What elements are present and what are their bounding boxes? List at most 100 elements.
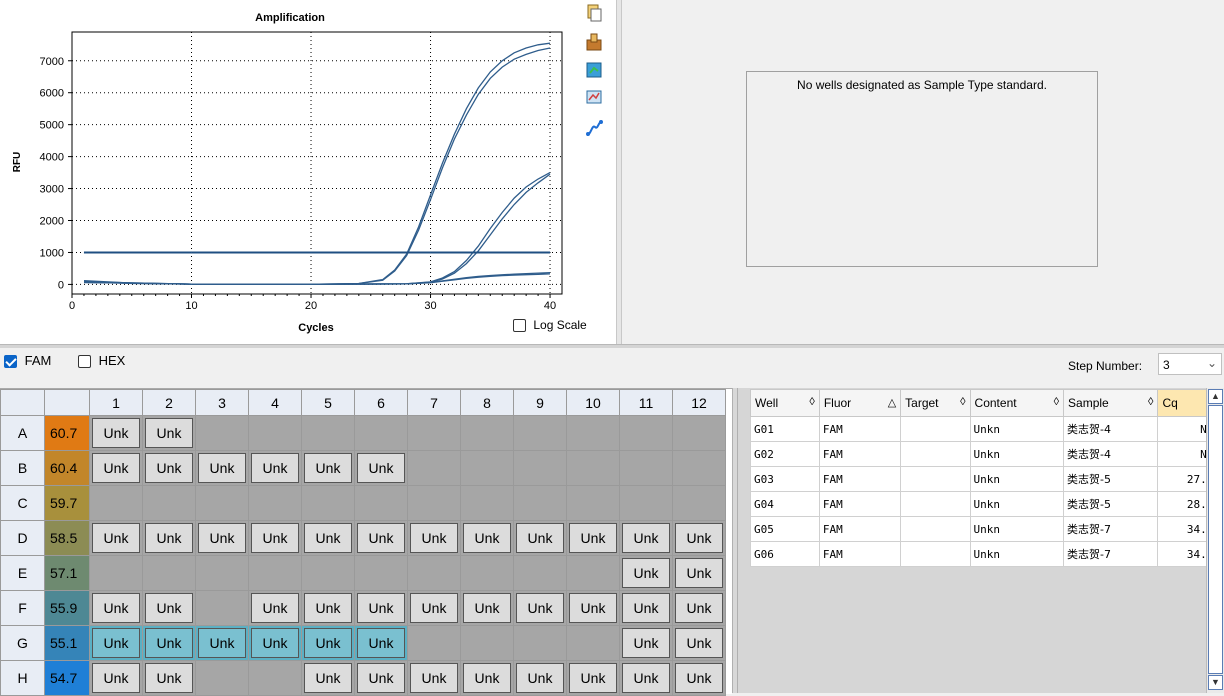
vertical-scrollbar[interactable]: ▲ ▼ <box>1206 388 1224 693</box>
row-header[interactable]: C <box>0 485 45 521</box>
sort-icon[interactable]: ◊ <box>960 396 965 408</box>
plate-well[interactable] <box>566 415 620 451</box>
plate-well[interactable] <box>672 450 726 486</box>
table-row[interactable]: G02FAMUnkn类志贺-4N/A <box>750 441 1224 467</box>
plate-well[interactable]: Unk <box>513 660 567 696</box>
column-header[interactable]: 7 <box>407 389 461 416</box>
plate-well[interactable] <box>407 485 461 521</box>
plate-well[interactable]: Unk <box>672 590 726 626</box>
plate-well[interactable]: Unk <box>460 660 514 696</box>
plate-well[interactable]: Unk <box>142 625 196 661</box>
row-header[interactable]: D <box>0 520 45 556</box>
plate-well[interactable]: Unk <box>619 520 673 556</box>
plate-well[interactable]: Unk <box>248 450 302 486</box>
plate-well[interactable] <box>566 450 620 486</box>
plate-well[interactable]: Unk <box>89 415 143 451</box>
plate-well[interactable]: Unk <box>142 660 196 696</box>
plate-well[interactable]: Unk <box>672 520 726 556</box>
scroll-up-icon[interactable]: ▲ <box>1208 389 1223 404</box>
plate-well[interactable] <box>301 555 355 591</box>
column-header-content[interactable]: Content ◊ <box>969 389 1065 417</box>
plate-well[interactable] <box>513 625 567 661</box>
plate-well[interactable]: Unk <box>195 520 249 556</box>
plate-well[interactable]: Unk <box>89 660 143 696</box>
plate-well[interactable] <box>142 485 196 521</box>
column-header[interactable]: 4 <box>248 389 302 416</box>
column-header[interactable]: 12 <box>672 389 726 416</box>
plate-well[interactable] <box>354 555 408 591</box>
plate-well[interactable] <box>513 415 567 451</box>
row-header[interactable]: F <box>0 590 45 626</box>
plate-well[interactable]: Unk <box>248 625 302 661</box>
scroll-thumb[interactable] <box>1208 405 1223 674</box>
plate-well[interactable]: Unk <box>513 590 567 626</box>
plate-well[interactable] <box>460 415 514 451</box>
plate-well[interactable]: Unk <box>407 590 461 626</box>
plate-well[interactable]: Unk <box>407 660 461 696</box>
plate-well[interactable]: Unk <box>354 450 408 486</box>
plate-well[interactable]: Unk <box>460 520 514 556</box>
column-header[interactable]: 2 <box>142 389 196 416</box>
sort-icon[interactable]: ◊ <box>809 396 814 408</box>
plate-well[interactable] <box>672 415 726 451</box>
plate-well[interactable] <box>248 485 302 521</box>
plate-well[interactable]: Unk <box>619 555 673 591</box>
plate-well[interactable]: Unk <box>89 520 143 556</box>
plate-well[interactable]: Unk <box>301 625 355 661</box>
log-scale-toggle[interactable]: Log Scale <box>513 318 587 333</box>
plate-well[interactable] <box>301 415 355 451</box>
plate-well[interactable]: Unk <box>619 660 673 696</box>
column-header-sample[interactable]: Sample ◊ <box>1063 389 1159 417</box>
table-row[interactable]: G05 FAM Unkn 类志贺-7 34.43 <box>750 516 1224 542</box>
plate-well[interactable] <box>195 590 249 626</box>
plate-well[interactable] <box>407 625 461 661</box>
plate-well[interactable]: Unk <box>301 450 355 486</box>
column-header[interactable]: 1 <box>89 389 143 416</box>
plate-well[interactable]: Unk <box>195 450 249 486</box>
plate-well[interactable]: Unk <box>619 590 673 626</box>
fam-checkbox[interactable] <box>4 355 17 369</box>
fluor-hex-toggle[interactable]: HEX <box>78 353 125 369</box>
plate-well[interactable] <box>460 625 514 661</box>
column-header-well[interactable]: Well ◊ <box>750 389 820 417</box>
plate-well[interactable] <box>407 450 461 486</box>
plate-well[interactable] <box>301 485 355 521</box>
plate-well[interactable]: Unk <box>354 590 408 626</box>
column-header[interactable]: 3 <box>195 389 249 416</box>
plate-well[interactable]: Unk <box>142 415 196 451</box>
plate-well[interactable]: Unk <box>619 625 673 661</box>
table-row[interactable]: G01FAMUnkn类志贺-4N/A <box>750 416 1224 442</box>
plate-well[interactable]: Unk <box>672 660 726 696</box>
plate-well[interactable] <box>672 485 726 521</box>
sort-icon[interactable]: △ <box>888 396 896 409</box>
plate-well[interactable]: Unk <box>301 520 355 556</box>
plate-well[interactable] <box>407 415 461 451</box>
plate-well[interactable] <box>619 450 673 486</box>
sort-icon[interactable]: ◊ <box>1054 396 1059 408</box>
plate-well[interactable]: Unk <box>566 520 620 556</box>
plate-well[interactable] <box>513 555 567 591</box>
column-header[interactable]: 10 <box>566 389 620 416</box>
row-header[interactable]: H <box>0 660 45 696</box>
curve-icon[interactable] <box>584 118 604 138</box>
plate-well[interactable]: Unk <box>407 520 461 556</box>
plate-well[interactable] <box>142 555 196 591</box>
step-number-select[interactable]: 3 ⌄ <box>1158 353 1222 375</box>
hex-checkbox[interactable] <box>78 355 91 369</box>
plate-well[interactable] <box>195 660 249 696</box>
plate-well[interactable]: Unk <box>566 660 620 696</box>
plate-well[interactable] <box>354 415 408 451</box>
plate-well[interactable]: Unk <box>248 590 302 626</box>
plate-well[interactable] <box>354 485 408 521</box>
plate-well[interactable] <box>460 485 514 521</box>
row-header[interactable]: G <box>0 625 45 661</box>
copy-icon[interactable] <box>584 3 604 23</box>
save-image-icon[interactable] <box>584 60 604 80</box>
row-header[interactable]: E <box>0 555 45 591</box>
row-header[interactable]: A <box>0 415 45 451</box>
plate-well[interactable] <box>566 485 620 521</box>
table-row[interactable]: G04 FAM Unkn 类志贺-5 28.06 <box>750 491 1224 517</box>
plate-well[interactable] <box>513 485 567 521</box>
column-header[interactable]: 6 <box>354 389 408 416</box>
plate-well[interactable] <box>195 485 249 521</box>
